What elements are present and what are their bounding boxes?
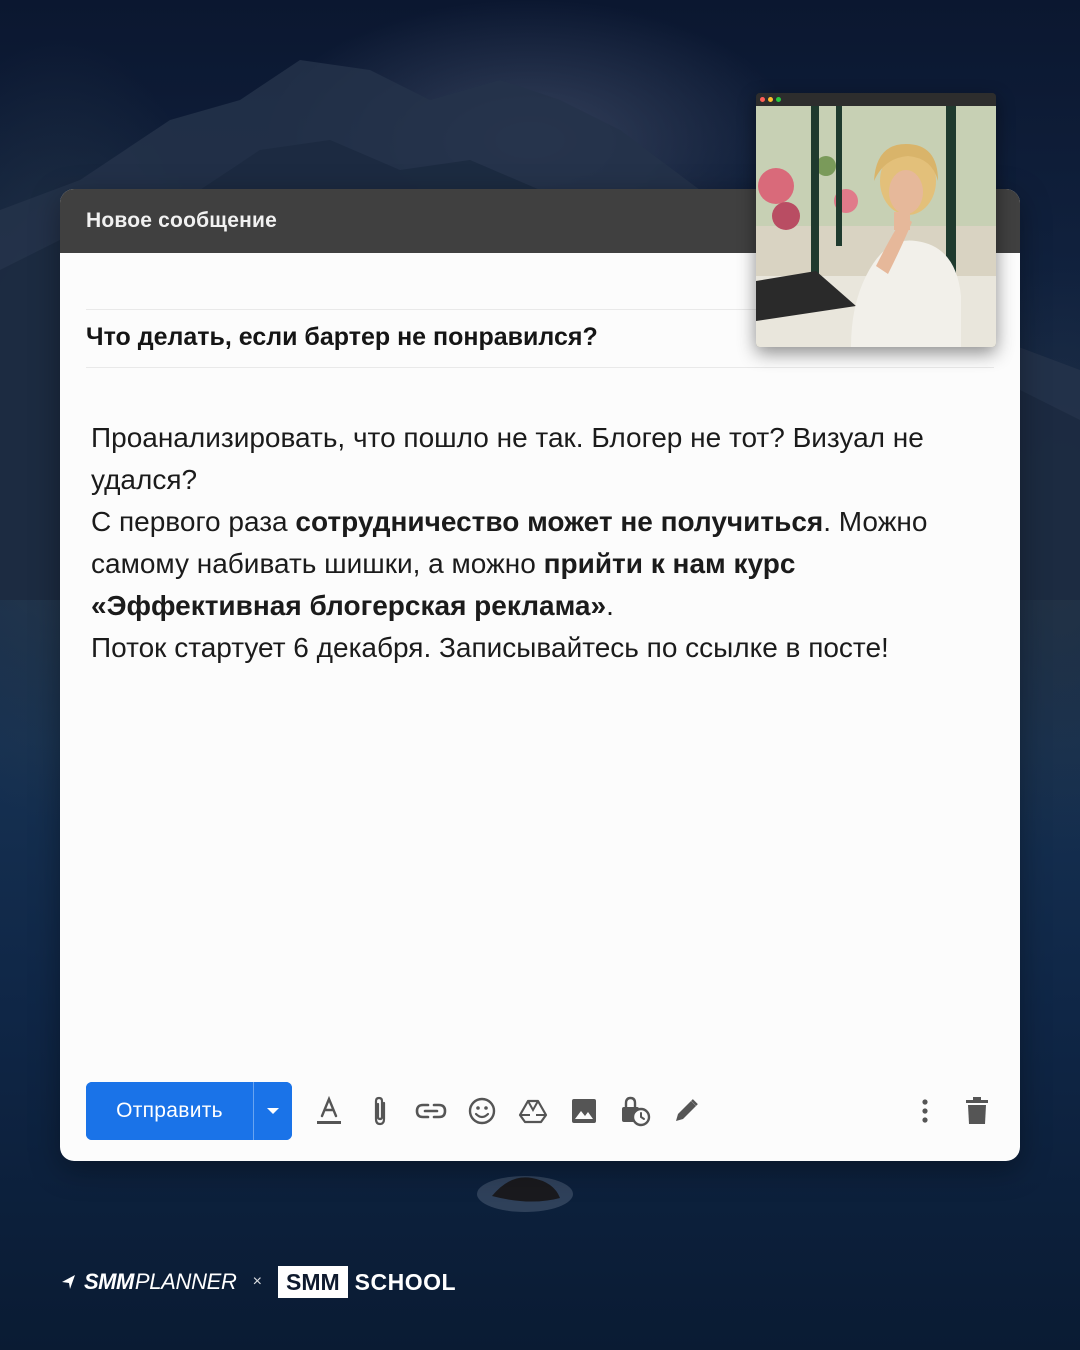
- footer-branding: SMM PLANNER × SMM SCHOOL: [60, 1266, 456, 1298]
- message-body[interactable]: Проанализировать, что пошло не так. Блог…: [91, 417, 991, 669]
- image-icon[interactable]: [567, 1094, 601, 1128]
- smmschool-brand-box: SMM: [278, 1266, 348, 1298]
- right-tools: [908, 1082, 994, 1140]
- close-dot-icon[interactable]: [760, 97, 765, 102]
- drive-icon[interactable]: [516, 1094, 550, 1128]
- smmplanner-logo-icon: [62, 1275, 75, 1289]
- smmschool-brand-word: SCHOOL: [354, 1268, 457, 1295]
- body-bold-span: сотрудничество может не получиться: [295, 506, 824, 537]
- body-paragraph-2: С первого раза сотрудничество может не п…: [91, 501, 991, 627]
- trash-icon[interactable]: [960, 1094, 994, 1128]
- body-text-span: .: [606, 590, 614, 621]
- send-options-button[interactable]: [254, 1082, 292, 1140]
- formatting-tools: [312, 1094, 703, 1128]
- smmplanner-brand-bold: SMM: [84, 1269, 134, 1294]
- video-titlebar: [756, 93, 996, 106]
- compose-title: Новое сообщение: [86, 209, 277, 232]
- smmplanner-brand-light: PLANNER: [134, 1269, 237, 1294]
- subject-field[interactable]: Что делать, если бартер не понравился?: [86, 323, 598, 352]
- subject-divider: [86, 367, 994, 368]
- body-text-span: С первого раза: [91, 506, 296, 537]
- emoji-icon[interactable]: [465, 1094, 499, 1128]
- compose-toolbar: Отправить: [86, 1082, 994, 1140]
- more-options-icon[interactable]: [908, 1094, 942, 1128]
- signature-icon[interactable]: [669, 1094, 703, 1128]
- video-frame-image: [756, 106, 996, 347]
- video-thumbnail-window[interactable]: [756, 93, 996, 347]
- brand-separator: ×: [252, 1273, 262, 1290]
- attach-icon[interactable]: [363, 1094, 397, 1128]
- link-icon[interactable]: [414, 1094, 448, 1128]
- body-paragraph-1: Проанализировать, что пошло не так. Блог…: [91, 422, 924, 495]
- maximize-dot-icon[interactable]: [776, 97, 781, 102]
- chevron-down-icon: [267, 1108, 279, 1114]
- minimize-dot-icon[interactable]: [768, 97, 773, 102]
- send-button[interactable]: Отправить: [86, 1082, 253, 1140]
- body-paragraph-3: Поток стартует 6 декабря. Записывайтесь …: [91, 632, 889, 663]
- format-text-icon[interactable]: [312, 1094, 346, 1128]
- lock-clock-icon[interactable]: [618, 1094, 652, 1128]
- rock-in-sea: [477, 1176, 573, 1212]
- send-button-group: Отправить: [86, 1082, 292, 1140]
